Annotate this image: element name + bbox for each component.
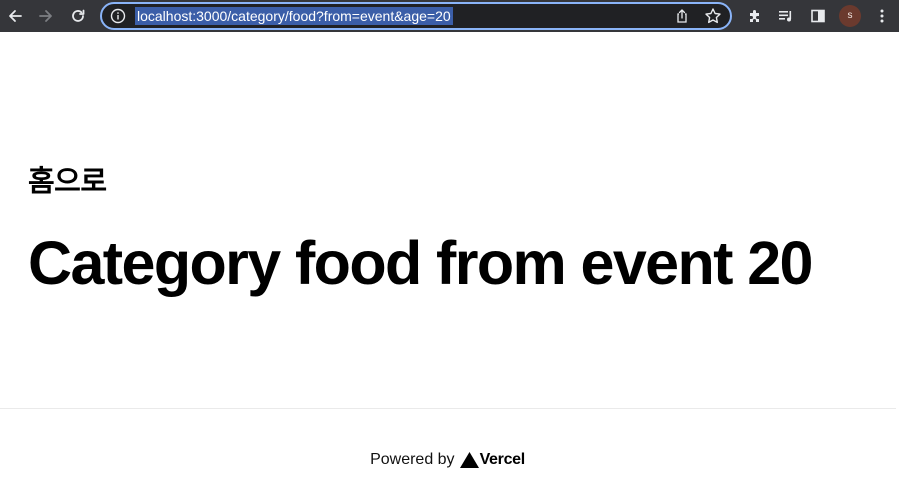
side-panel-icon [810,8,826,24]
home-link[interactable]: 홈으로 [28,163,107,199]
side-panel-button[interactable] [806,4,830,28]
arrow-right-icon [38,8,54,24]
page-title: Category food from event 20 [28,229,813,297]
info-icon[interactable] [110,8,126,24]
menu-button[interactable] [870,4,894,28]
puzzle-icon [747,8,763,24]
address-bar[interactable]: localhost:3000/category/food?from=event&… [100,2,732,30]
media-queue-icon [778,8,794,24]
media-button[interactable] [774,4,798,28]
browser-toolbar: localhost:3000/category/food?from=event&… [0,0,899,32]
star-icon[interactable] [704,7,722,25]
share-icon[interactable] [674,8,690,24]
kebab-menu-icon [874,8,890,24]
vercel-logo: Vercel [459,451,526,469]
reload-button[interactable] [66,4,90,28]
url-text[interactable]: localhost:3000/category/food?from=event&… [135,7,453,25]
forward-button[interactable] [34,4,58,28]
back-button[interactable] [3,4,27,28]
extensions-button[interactable] [743,4,767,28]
profile-avatar[interactable]: s [839,5,861,27]
footer-divider [0,408,896,409]
vercel-wordmark: Vercel [479,451,526,468]
arrow-left-icon [7,8,23,24]
footer: Powered by Vercel [0,448,899,472]
powered-by-vercel-link[interactable]: Powered by Vercel [370,451,525,469]
powered-by-label: Powered by [370,451,455,468]
vercel-triangle-icon [459,452,479,468]
reload-icon [70,8,86,24]
